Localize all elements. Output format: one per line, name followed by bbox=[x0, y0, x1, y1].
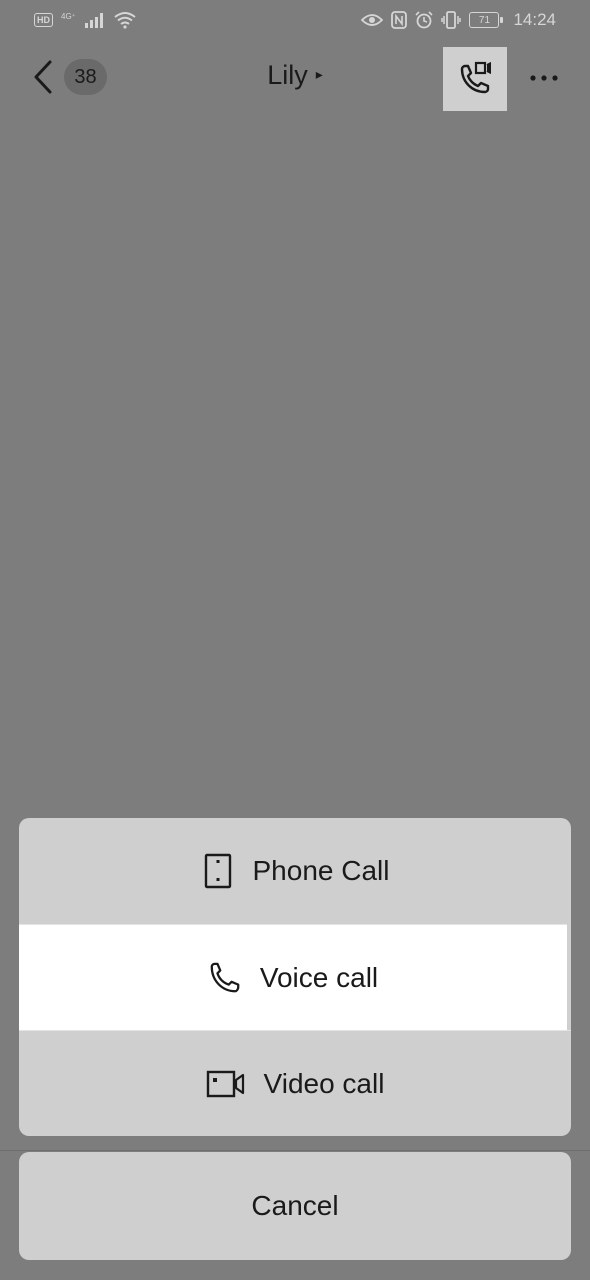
voice-call-label: Voice call bbox=[259, 961, 379, 993]
video-call-label: Video call bbox=[263, 1067, 385, 1099]
caret-right-icon: ▸ bbox=[315, 66, 323, 83]
phone-video-icon bbox=[460, 61, 491, 94]
phone-call-label: Phone Call bbox=[252, 855, 390, 886]
battery-level: 71 bbox=[478, 14, 491, 26]
phone-call-option[interactable]: Phone Call bbox=[19, 818, 571, 924]
more-button[interactable] bbox=[526, 60, 562, 96]
background-divider bbox=[0, 1150, 590, 1151]
alarm-icon bbox=[415, 11, 434, 29]
wifi-icon bbox=[114, 12, 136, 29]
eye-icon bbox=[361, 14, 384, 26]
signal-icon bbox=[84, 13, 103, 28]
cancel-button[interactable]: Cancel bbox=[19, 1152, 571, 1260]
battery-icon: 71 bbox=[469, 12, 504, 28]
video-camera-icon bbox=[206, 1066, 246, 1102]
status-left: HD 4G⁺ bbox=[34, 11, 136, 29]
call-action-sheet: Phone Call Voice call Video call bbox=[19, 818, 571, 1136]
voice-call-option[interactable]: Voice call bbox=[19, 924, 567, 1030]
network-type: 4G⁺ bbox=[61, 12, 76, 21]
status-bar: HD 4G⁺ 71 14:24 bbox=[0, 0, 590, 40]
nfc-icon bbox=[391, 11, 408, 29]
video-call-option[interactable]: Video call bbox=[19, 1030, 571, 1136]
vibrate-icon bbox=[441, 11, 462, 29]
more-icon bbox=[530, 75, 558, 81]
contact-name: Lily bbox=[267, 60, 308, 90]
chat-header: 38 Lily ▸ bbox=[0, 40, 590, 114]
phone-handset-icon bbox=[208, 960, 242, 996]
hd-badge: HD bbox=[34, 13, 53, 27]
call-button[interactable] bbox=[443, 47, 507, 111]
status-time: 14:24 bbox=[513, 10, 556, 29]
status-right: 71 14:24 bbox=[361, 10, 556, 30]
mobile-phone-icon bbox=[201, 853, 235, 889]
